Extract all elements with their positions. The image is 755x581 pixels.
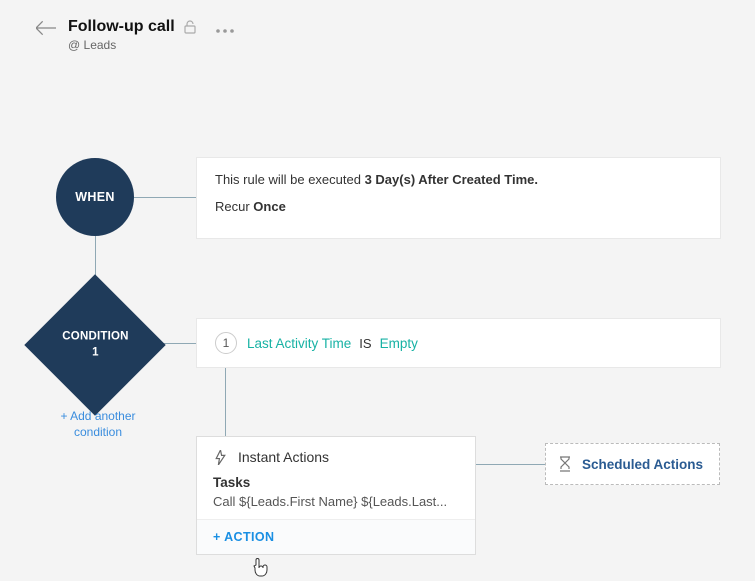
when-text-pre: This rule will be executed	[215, 172, 365, 187]
hourglass-icon	[558, 456, 572, 472]
when-recur-bold: Once	[253, 199, 286, 214]
when-rule-text: This rule will be executed 3 Day(s) Afte…	[215, 172, 702, 187]
lightning-icon	[213, 450, 228, 465]
connector-actions-sched	[476, 464, 545, 465]
connector-cond-actions	[225, 368, 226, 436]
workflow-canvas: WHEN This rule will be executed 3 Day(s)…	[0, 60, 755, 560]
panel-when[interactable]: This rule will be executed 3 Day(s) Afte…	[196, 157, 721, 239]
page-header: Follow-up call @ Leads	[0, 0, 755, 60]
when-text-bold: 3 Day(s) After Created Time.	[365, 172, 538, 187]
condition-index-badge: 1	[215, 332, 237, 354]
page-subtitle: @ Leads	[68, 38, 197, 52]
task-item[interactable]: Call ${Leads.First Name} ${Leads.Last...	[197, 492, 475, 519]
add-another-condition-link[interactable]: + Add another condition	[48, 408, 148, 440]
condition-expression: Last Activity Time IS Empty	[247, 336, 418, 351]
node-condition-label: CONDITION	[62, 329, 128, 345]
condition-field: Last Activity Time	[247, 336, 351, 351]
when-recur-pre: Recur	[215, 199, 253, 214]
more-options-icon[interactable]	[215, 22, 235, 37]
add-action-button[interactable]: + ACTION	[197, 519, 475, 554]
node-when[interactable]: WHEN	[56, 158, 134, 236]
instant-actions-header: Instant Actions	[197, 437, 475, 471]
tasks-label: Tasks	[197, 471, 475, 492]
node-condition[interactable]: CONDITION 1	[24, 274, 165, 415]
title-block: Follow-up call @ Leads	[68, 18, 197, 52]
page-title: Follow-up call	[68, 18, 175, 36]
when-recur-text: Recur Once	[215, 199, 702, 214]
panel-condition[interactable]: 1 Last Activity Time IS Empty	[196, 318, 721, 368]
node-condition-number: 1	[62, 345, 128, 361]
connector-when-panel	[134, 197, 196, 198]
panel-scheduled-actions[interactable]: Scheduled Actions	[545, 443, 720, 485]
lock-open-icon[interactable]	[183, 20, 197, 34]
back-arrow-icon[interactable]	[36, 20, 56, 36]
node-when-label: WHEN	[75, 190, 114, 204]
cursor-pointer-icon	[253, 558, 271, 578]
scheduled-actions-title: Scheduled Actions	[582, 457, 703, 472]
condition-value: Empty	[380, 336, 418, 351]
condition-operator: IS	[359, 336, 371, 351]
panel-instant-actions: Instant Actions Tasks Call ${Leads.First…	[196, 436, 476, 555]
instant-actions-title: Instant Actions	[238, 449, 329, 465]
